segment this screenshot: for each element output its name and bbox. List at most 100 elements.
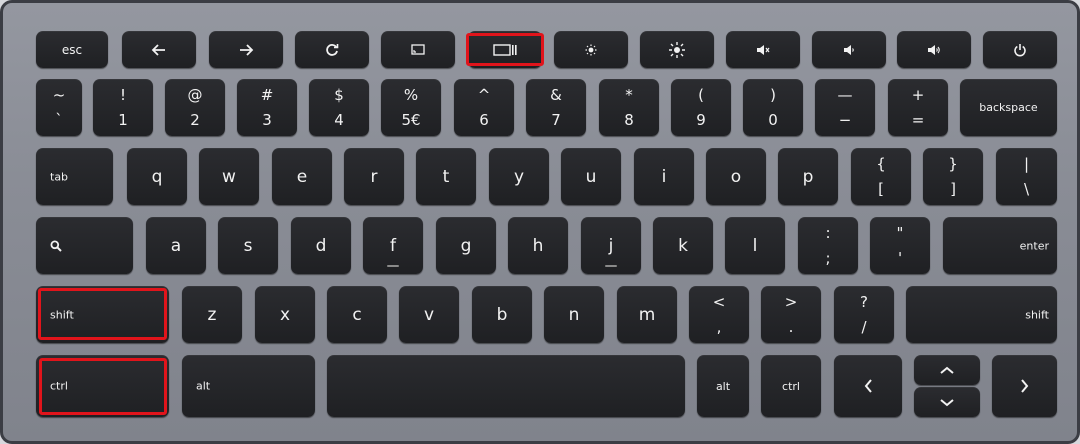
tilde-key[interactable]: ~ ` [36, 79, 82, 136]
search-icon [50, 240, 62, 252]
arrow-left-icon [122, 31, 196, 68]
power-key[interactable] [983, 31, 1057, 68]
key-comma[interactable]: < , [689, 286, 749, 343]
arrow-up-key[interactable] [914, 355, 980, 385]
key-u[interactable]: u [561, 148, 621, 205]
key-backslash-upper: | [1023, 155, 1030, 173]
key-p[interactable]: p [778, 148, 838, 205]
volume-up-key[interactable] [897, 31, 971, 68]
fullscreen-key[interactable] [381, 31, 455, 68]
key-minus-lower: − [838, 111, 852, 129]
key-9-lower: 9 [696, 111, 706, 129]
volume-down-key[interactable] [812, 31, 886, 68]
key-8[interactable]: * 8 [599, 79, 659, 136]
key-r[interactable]: r [344, 148, 404, 205]
key-f[interactable]: f [363, 217, 423, 274]
search-key[interactable] [36, 217, 133, 274]
key-right-bracket[interactable]: } ] [923, 148, 983, 205]
volume-mute-icon [726, 31, 800, 68]
key-i[interactable]: i [634, 148, 694, 205]
key-i-label: i [661, 166, 667, 187]
tab-key[interactable]: tab [36, 148, 113, 205]
fullscreen-icon [381, 31, 455, 68]
key-semicolon[interactable]: : ; [798, 217, 858, 274]
arrow-right-key[interactable] [992, 355, 1057, 417]
key-9[interactable]: ( 9 [671, 79, 731, 136]
back-key[interactable] [122, 31, 196, 68]
ctrl-right-label: ctrl [782, 379, 800, 393]
key-c[interactable]: c [327, 286, 387, 343]
key-5[interactable]: % 5€ [381, 79, 441, 136]
key-m[interactable]: m [617, 286, 677, 343]
alt-left-key[interactable]: alt [182, 355, 315, 417]
key-period[interactable]: > . [761, 286, 821, 343]
key-h-label: h [532, 235, 544, 256]
key-h[interactable]: h [508, 217, 568, 274]
space-key[interactable] [327, 355, 685, 417]
brightness-up-key[interactable] [640, 31, 714, 68]
key-x[interactable]: x [255, 286, 315, 343]
key-b-label: b [496, 304, 508, 325]
key-4[interactable]: $ 4 [309, 79, 369, 136]
key-semicolon-lower: ; [825, 249, 831, 267]
key-period-lower: . [788, 318, 794, 336]
key-l[interactable]: l [725, 217, 785, 274]
home-row-bump [387, 265, 399, 267]
key-6[interactable]: ^ 6 [454, 79, 514, 136]
key-0[interactable]: ) 0 [743, 79, 803, 136]
volume-down-icon [812, 31, 886, 68]
key-equals[interactable]: + = [888, 79, 948, 136]
key-5-upper: % [403, 86, 419, 104]
key-a[interactable]: a [146, 217, 206, 274]
key-e[interactable]: e [272, 148, 332, 205]
key-n[interactable]: n [544, 286, 604, 343]
alt-right-key[interactable]: alt [697, 355, 749, 417]
key-v-label: v [423, 304, 435, 325]
alt-right-label: alt [715, 379, 731, 393]
key-right-bracket-upper: } [948, 155, 958, 173]
key-t-label: t [442, 166, 450, 187]
home-row-bump [605, 265, 617, 267]
key-3[interactable]: # 3 [237, 79, 297, 136]
key-minus[interactable]: — − [815, 79, 875, 136]
esc-key[interactable]: esc [36, 31, 108, 68]
tilde-upper: ~ [52, 86, 66, 104]
key-j[interactable]: j [581, 217, 641, 274]
key-2[interactable]: @ 2 [165, 79, 225, 136]
ctrl-right-key[interactable]: ctrl [761, 355, 821, 417]
key-w[interactable]: w [199, 148, 259, 205]
brightness-up-icon [640, 31, 714, 68]
key-d[interactable]: d [291, 217, 351, 274]
key-s[interactable]: s [218, 217, 278, 274]
key-g[interactable]: g [436, 217, 496, 274]
key-2-upper: @ [187, 86, 203, 104]
enter-key[interactable]: enter [943, 217, 1057, 274]
key-m-label: m [638, 304, 656, 325]
arrow-down-key[interactable] [914, 387, 980, 417]
key-g-label: g [460, 235, 472, 256]
shift-right-key[interactable]: shift [906, 286, 1057, 343]
key-9-upper: ( [698, 86, 704, 104]
key-left-bracket[interactable]: { [ [851, 148, 911, 205]
tilde-lower: ` [55, 111, 63, 129]
key-1[interactable]: ! 1 [93, 79, 153, 136]
key-y[interactable]: y [489, 148, 549, 205]
key-t[interactable]: t [416, 148, 476, 205]
key-3-lower: 3 [262, 111, 272, 129]
refresh-key[interactable] [295, 31, 369, 68]
key-backslash[interactable]: | \ [996, 148, 1057, 205]
mute-key[interactable] [726, 31, 800, 68]
key-v[interactable]: v [399, 286, 459, 343]
brightness-down-key[interactable] [554, 31, 628, 68]
key-slash[interactable]: ? / [834, 286, 894, 343]
arrow-left-key[interactable] [834, 355, 902, 417]
forward-key[interactable] [209, 31, 283, 68]
key-o[interactable]: o [706, 148, 766, 205]
key-k[interactable]: k [653, 217, 713, 274]
key-7[interactable]: & 7 [526, 79, 586, 136]
backspace-key[interactable]: backspace [960, 79, 1057, 136]
key-z[interactable]: z [182, 286, 242, 343]
key-q[interactable]: q [127, 148, 187, 205]
key-b[interactable]: b [472, 286, 532, 343]
key-quote[interactable]: " ' [870, 217, 930, 274]
